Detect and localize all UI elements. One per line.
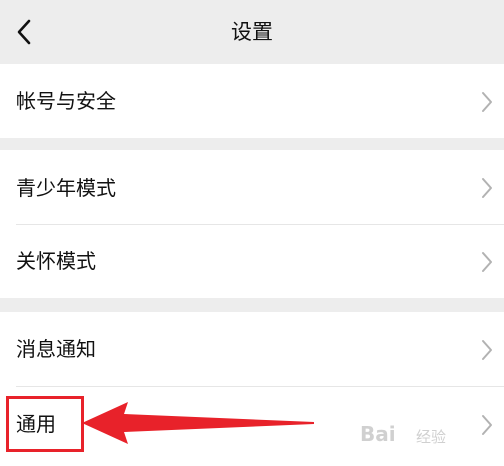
- settings-group-modes: 青少年模式 关怀模式: [0, 150, 504, 298]
- settings-group-general: 消息通知 通用: [0, 312, 504, 466]
- settings-item-label: 消息通知: [16, 337, 96, 361]
- chevron-right-icon: [482, 92, 492, 112]
- chevron-right-icon: [482, 178, 492, 198]
- nav-bar: 设置: [0, 0, 504, 64]
- settings-item-general[interactable]: 通用: [0, 387, 504, 466]
- chevron-left-icon: [17, 19, 31, 45]
- chevron-right-icon: [482, 340, 492, 360]
- settings-item-label: 青少年模式: [16, 176, 116, 200]
- settings-group-account: 帐号与安全: [0, 64, 504, 138]
- settings-item-account-security[interactable]: 帐号与安全: [0, 64, 504, 138]
- page-title: 设置: [231, 20, 273, 44]
- settings-item-teen-mode[interactable]: 青少年模式: [0, 150, 504, 226]
- settings-item-notifications[interactable]: 消息通知: [0, 312, 504, 387]
- settings-item-label: 关怀模式: [16, 249, 96, 273]
- settings-item-label: 通用: [16, 412, 56, 436]
- chevron-right-icon: [482, 415, 492, 435]
- chevron-right-icon: [482, 252, 492, 272]
- settings-item-label: 帐号与安全: [16, 89, 116, 113]
- back-button[interactable]: [8, 14, 40, 50]
- settings-item-care-mode[interactable]: 关怀模式: [0, 225, 504, 298]
